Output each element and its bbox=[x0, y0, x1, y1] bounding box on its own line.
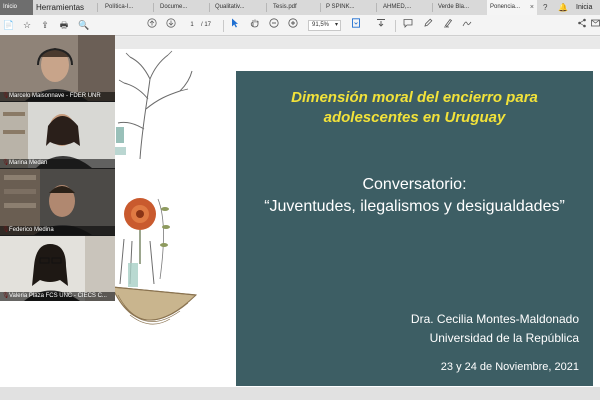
tab-ahmed[interactable]: AHMED,... bbox=[380, 0, 422, 15]
close-icon[interactable]: × bbox=[530, 0, 534, 15]
toolbar: 📄 ☆ ⇪ 🖶 🔍 1 / 17 91,5% ▾ bbox=[0, 15, 600, 36]
tab-inicio[interactable]: Inicio bbox=[0, 0, 33, 15]
participant-name: Marcelo Maisonnave - FDER UNR bbox=[0, 92, 115, 101]
toolbar-separator bbox=[395, 20, 396, 32]
bookmark-star-icon[interactable]: ☆ bbox=[21, 18, 33, 33]
tab-label: P SPINK... bbox=[326, 4, 355, 10]
tab-separator bbox=[432, 3, 433, 12]
mail-icon[interactable] bbox=[590, 18, 600, 33]
title-slide: Dimensión moral del encierro para adoles… bbox=[236, 71, 593, 386]
slide-university: Universidad de la República bbox=[429, 331, 579, 345]
search-icon[interactable]: 🔍 bbox=[78, 18, 90, 33]
tree-basket-illustration bbox=[111, 50, 198, 325]
tab-separator bbox=[153, 3, 154, 12]
tab-separator bbox=[266, 3, 267, 12]
tab-separator bbox=[97, 3, 98, 12]
toolbar-separator bbox=[223, 20, 224, 32]
video-tile[interactable]: 🎙 Federico Medina bbox=[0, 169, 115, 235]
scroll-mode-icon[interactable] bbox=[375, 18, 387, 33]
highlighter-icon[interactable] bbox=[442, 18, 454, 33]
zoom-in-icon[interactable] bbox=[287, 18, 299, 33]
tab-documento[interactable]: Docume... bbox=[157, 0, 199, 15]
tab-verde[interactable]: Verde Bla... bbox=[435, 0, 480, 15]
comment-icon[interactable] bbox=[402, 18, 414, 33]
tab-label: Inicio bbox=[3, 4, 18, 10]
page-fit-icon[interactable] bbox=[350, 18, 362, 33]
tab-herramientas[interactable]: Herramientas bbox=[33, 0, 88, 15]
signin-link[interactable]: Inicia bbox=[576, 0, 592, 15]
tab-tesis[interactable]: Tesis.pdf bbox=[270, 0, 310, 15]
page-down-icon[interactable] bbox=[165, 18, 177, 33]
tab-label: Política-I... bbox=[105, 4, 134, 10]
zoom-select[interactable]: 91,5% ▾ bbox=[308, 20, 341, 31]
page-up-icon[interactable] bbox=[146, 18, 158, 33]
slide-date: 23 y 24 de Noviembre, 2021 bbox=[440, 361, 579, 373]
participant-name: Marina Medan bbox=[0, 159, 115, 168]
tab-bar: Inicio Herramientas Política-I... Docume… bbox=[0, 0, 600, 15]
tab-label: Ponencia... bbox=[490, 4, 521, 10]
print-icon[interactable]: 🖶 bbox=[58, 18, 70, 33]
slide-title-line2: adolescentes en Uruguay bbox=[323, 109, 506, 126]
status-bar bbox=[0, 387, 600, 400]
hand-tool-icon[interactable] bbox=[249, 18, 261, 33]
slide-title-line1: Dimensión moral del encierro para bbox=[291, 89, 538, 106]
tab-label: Tesis.pdf bbox=[273, 4, 297, 10]
participant-name: Valeria Plaza FCS UNC - CIECS C... bbox=[0, 292, 115, 301]
slide-conversatorio: Conversatorio: bbox=[362, 176, 467, 193]
tab-label: Verde Bla... bbox=[438, 4, 470, 10]
tab-qualitative[interactable]: Qualitativ... bbox=[212, 0, 254, 15]
bell-icon[interactable]: 🔔 bbox=[558, 1, 568, 14]
share-icon[interactable] bbox=[576, 18, 588, 33]
zoom-value: 91,5% bbox=[312, 22, 330, 28]
page-total: / 17 bbox=[201, 22, 212, 28]
slide-conversatorio-title: “Juventudes, ilegalismos y desigualdades… bbox=[264, 198, 565, 215]
participant-name: Federico Medina bbox=[0, 226, 115, 235]
video-tile[interactable]: 🎙 Marcelo Maisonnave - FDER UNR bbox=[0, 35, 115, 101]
help-icon[interactable]: ? bbox=[543, 1, 547, 14]
tab-label: Docume... bbox=[160, 4, 188, 10]
video-tile[interactable]: 🎙 Marina Medan bbox=[0, 102, 115, 168]
select-cursor-icon[interactable] bbox=[229, 18, 241, 33]
tab-label: Herramientas bbox=[36, 3, 85, 12]
video-tile[interactable]: 🎙 Valeria Plaza FCS UNC - CIECS C... bbox=[0, 236, 115, 301]
upload-icon[interactable]: ⇪ bbox=[39, 18, 51, 33]
slide-author: Dra. Cecilia Montes-Maldonado bbox=[410, 312, 579, 326]
tab-separator bbox=[209, 3, 210, 12]
sign-icon[interactable] bbox=[461, 18, 473, 33]
page-number-input[interactable]: 1 bbox=[186, 20, 198, 31]
tab-ponencia[interactable]: Ponencia... × bbox=[487, 0, 537, 15]
tab-spink[interactable]: P SPINK... bbox=[323, 0, 368, 15]
pen-icon[interactable] bbox=[422, 18, 434, 33]
tab-label: AHMED,... bbox=[383, 4, 412, 10]
tab-separator bbox=[376, 3, 377, 12]
tab-label: Qualitativ... bbox=[215, 4, 245, 10]
tab-separator bbox=[320, 3, 321, 12]
tab-politica[interactable]: Política-I... bbox=[102, 0, 142, 15]
create-icon[interactable]: 📄 bbox=[3, 18, 15, 33]
zoom-out-icon[interactable] bbox=[268, 18, 280, 33]
chevron-down-icon: ▾ bbox=[334, 22, 338, 28]
video-panel: 🎙 Marcelo Maisonnave - FDER UNR 🎙 Marina… bbox=[0, 35, 115, 301]
